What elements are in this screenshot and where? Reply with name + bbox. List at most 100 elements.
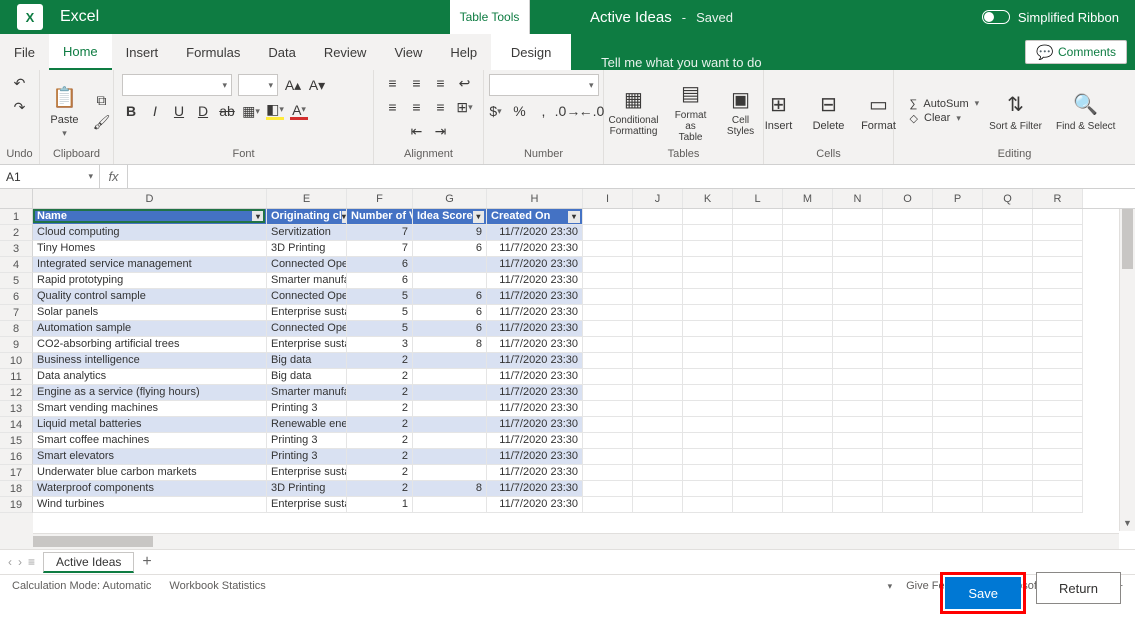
data-cell[interactable]: Connected Oper bbox=[267, 321, 347, 337]
data-cell[interactable] bbox=[983, 369, 1033, 385]
data-cell[interactable] bbox=[783, 353, 833, 369]
data-cell[interactable] bbox=[1033, 465, 1083, 481]
data-cell[interactable] bbox=[883, 273, 933, 289]
data-cell[interactable]: 11/7/2020 23:30 bbox=[487, 257, 583, 273]
data-cell[interactable] bbox=[413, 401, 487, 417]
data-cell[interactable] bbox=[883, 289, 933, 305]
data-cell[interactable] bbox=[983, 305, 1033, 321]
data-cell[interactable] bbox=[933, 465, 983, 481]
header-cell[interactable] bbox=[1033, 209, 1083, 225]
data-cell[interactable] bbox=[1033, 289, 1083, 305]
select-all-corner[interactable] bbox=[0, 189, 33, 209]
data-cell[interactable] bbox=[733, 289, 783, 305]
data-cell[interactable] bbox=[983, 417, 1033, 433]
data-cell[interactable] bbox=[833, 353, 883, 369]
data-cell[interactable] bbox=[583, 449, 633, 465]
data-cell[interactable] bbox=[413, 465, 487, 481]
horizontal-scroll-thumb[interactable] bbox=[33, 536, 153, 547]
column-header[interactable]: D bbox=[33, 189, 267, 208]
data-cell[interactable] bbox=[733, 321, 783, 337]
find-select-button[interactable]: 🔍Find & Select bbox=[1052, 89, 1119, 134]
data-cell[interactable] bbox=[833, 273, 883, 289]
data-cell[interactable]: 5 bbox=[347, 289, 413, 305]
data-cell[interactable]: 11/7/2020 23:30 bbox=[487, 273, 583, 289]
header-cell[interactable] bbox=[833, 209, 883, 225]
data-cell[interactable] bbox=[983, 353, 1033, 369]
row-header[interactable]: 11 bbox=[0, 369, 33, 385]
filter-dropdown-icon[interactable]: ▾ bbox=[252, 211, 264, 223]
data-cell[interactable] bbox=[413, 257, 487, 273]
data-cell[interactable] bbox=[883, 353, 933, 369]
row-header[interactable]: 15 bbox=[0, 433, 33, 449]
data-cell[interactable]: Connected Oper bbox=[267, 289, 347, 305]
data-cell[interactable] bbox=[583, 369, 633, 385]
data-cell[interactable] bbox=[833, 321, 883, 337]
data-cell[interactable]: Smart vending machines bbox=[33, 401, 267, 417]
row-header[interactable]: 16 bbox=[0, 449, 33, 465]
column-header[interactable]: L bbox=[733, 189, 783, 208]
data-cell[interactable] bbox=[933, 289, 983, 305]
clear-button[interactable]: ◇Clear▾ bbox=[910, 112, 980, 125]
data-cell[interactable]: 11/7/2020 23:30 bbox=[487, 433, 583, 449]
data-cell[interactable] bbox=[413, 369, 487, 385]
data-cell[interactable]: Cloud computing bbox=[33, 225, 267, 241]
increase-decimal-icon[interactable]: .0→ bbox=[559, 102, 577, 120]
header-cell[interactable] bbox=[683, 209, 733, 225]
vertical-scroll-thumb[interactable] bbox=[1122, 209, 1133, 269]
data-cell[interactable] bbox=[933, 321, 983, 337]
data-cell[interactable] bbox=[633, 401, 683, 417]
data-cell[interactable]: 3D Printing bbox=[267, 241, 347, 257]
data-cell[interactable]: Connected Oper bbox=[267, 257, 347, 273]
filter-dropdown-icon[interactable]: ▾ bbox=[342, 211, 346, 223]
data-cell[interactable]: 11/7/2020 23:30 bbox=[487, 417, 583, 433]
tab-design[interactable]: Design bbox=[491, 34, 571, 70]
data-cell[interactable] bbox=[933, 353, 983, 369]
data-cell[interactable] bbox=[733, 337, 783, 353]
data-cell[interactable] bbox=[583, 353, 633, 369]
data-cell[interactable] bbox=[733, 273, 783, 289]
font-family-select[interactable]: ▾ bbox=[122, 74, 232, 96]
column-header[interactable]: N bbox=[833, 189, 883, 208]
save-button[interactable]: Save bbox=[945, 577, 1021, 609]
data-cell[interactable]: Enterprise susta bbox=[267, 337, 347, 353]
data-cell[interactable] bbox=[833, 497, 883, 513]
data-cell[interactable] bbox=[733, 401, 783, 417]
data-cell[interactable]: Printing 3 bbox=[267, 433, 347, 449]
row-header[interactable]: 2 bbox=[0, 225, 33, 241]
data-cell[interactable] bbox=[583, 465, 633, 481]
data-cell[interactable] bbox=[683, 465, 733, 481]
scroll-down-icon[interactable]: ▼ bbox=[1120, 515, 1135, 531]
data-cell[interactable]: 11/7/2020 23:30 bbox=[487, 353, 583, 369]
data-cell[interactable] bbox=[783, 225, 833, 241]
row-header[interactable]: 8 bbox=[0, 321, 33, 337]
data-cell[interactable] bbox=[833, 385, 883, 401]
row-header[interactable]: 17 bbox=[0, 465, 33, 481]
align-left-icon[interactable]: ≡ bbox=[384, 98, 402, 116]
bold-icon[interactable]: B bbox=[122, 102, 140, 120]
percent-icon[interactable]: % bbox=[511, 102, 529, 120]
data-cell[interactable] bbox=[633, 273, 683, 289]
header-cell[interactable]: Number of V▾ bbox=[347, 209, 413, 225]
data-cell[interactable] bbox=[883, 417, 933, 433]
data-cell[interactable] bbox=[833, 225, 883, 241]
data-cell[interactable]: Quality control sample bbox=[33, 289, 267, 305]
data-cell[interactable] bbox=[583, 273, 633, 289]
data-cell[interactable]: Waterproof components bbox=[33, 481, 267, 497]
data-cell[interactable]: 11/7/2020 23:30 bbox=[487, 289, 583, 305]
data-cell[interactable] bbox=[883, 401, 933, 417]
data-cell[interactable] bbox=[833, 481, 883, 497]
header-cell[interactable]: Idea Score▾ bbox=[413, 209, 487, 225]
header-cell[interactable] bbox=[733, 209, 783, 225]
data-cell[interactable]: Smart elevators bbox=[33, 449, 267, 465]
insert-cells-button[interactable]: ⊞Insert bbox=[757, 88, 801, 134]
tab-view[interactable]: View bbox=[380, 34, 436, 70]
data-cell[interactable] bbox=[883, 481, 933, 497]
decrease-indent-icon[interactable]: ⇤ bbox=[408, 122, 426, 140]
data-cell[interactable] bbox=[783, 465, 833, 481]
column-header[interactable]: I bbox=[583, 189, 633, 208]
tab-file[interactable]: File bbox=[0, 34, 49, 70]
header-cell[interactable] bbox=[883, 209, 933, 225]
data-cell[interactable] bbox=[633, 337, 683, 353]
simplified-ribbon-toggle[interactable] bbox=[982, 10, 1010, 24]
data-cell[interactable] bbox=[833, 465, 883, 481]
